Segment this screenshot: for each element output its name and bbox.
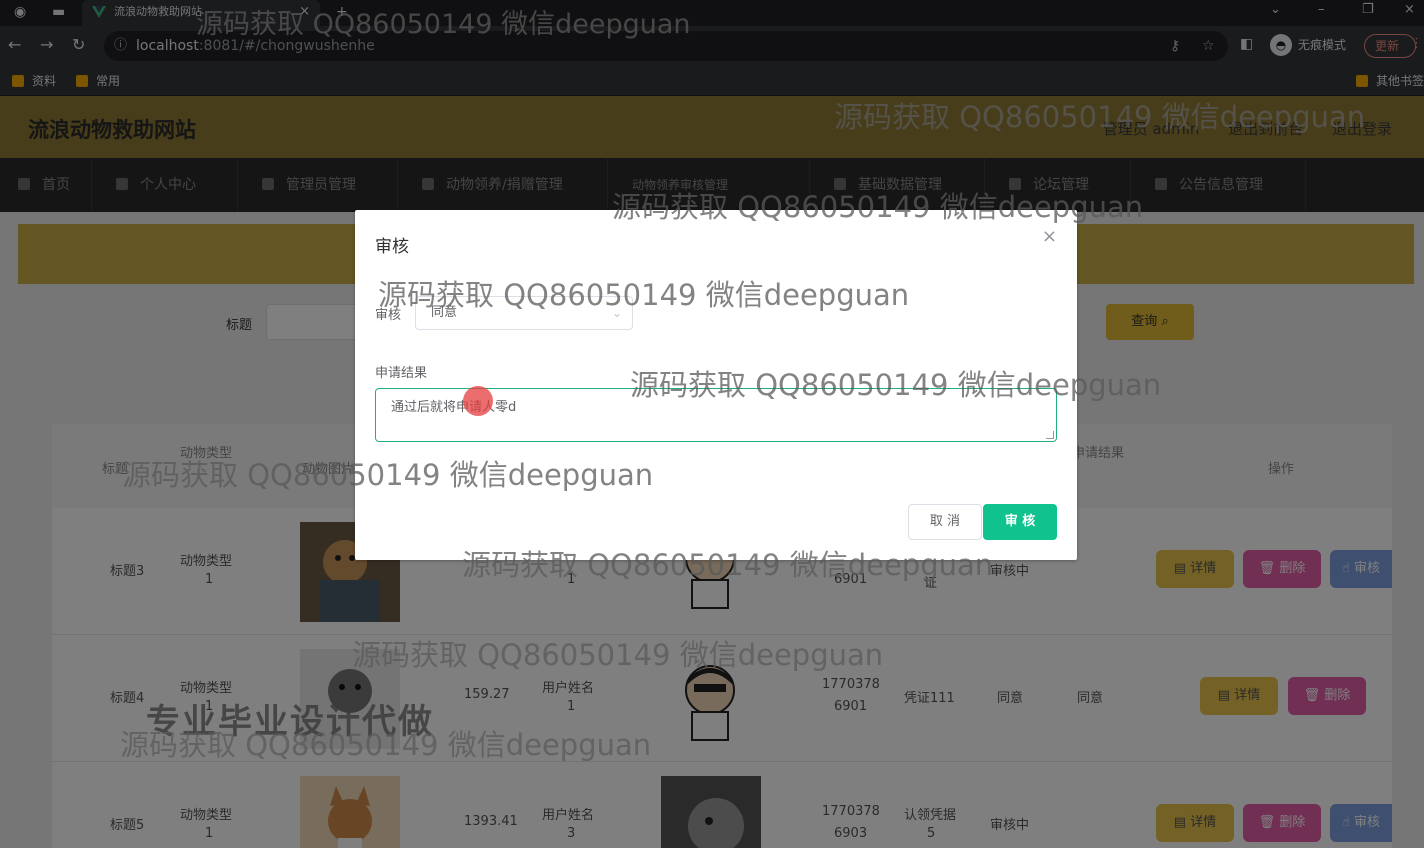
- close-icon[interactable]: ×: [1042, 226, 1057, 247]
- audit-select-value: 同意: [431, 305, 458, 320]
- cursor-indicator: [463, 386, 493, 416]
- cancel-label: 取 消: [929, 514, 961, 529]
- audit-select[interactable]: 同意 ⌄: [415, 296, 633, 330]
- confirm-label: 审 核: [1004, 514, 1036, 529]
- result-label: 申请结果: [375, 366, 428, 381]
- audit-label: 审核: [375, 308, 402, 323]
- confirm-audit-button[interactable]: 审 核: [983, 504, 1057, 540]
- watermark-banner: 专业毕业设计代做: [146, 702, 434, 742]
- chevron-down-icon: ⌄: [611, 306, 622, 320]
- dialog-title: 审核: [375, 237, 409, 257]
- cancel-button[interactable]: 取 消: [908, 504, 982, 540]
- resize-handle[interactable]: [1046, 431, 1054, 439]
- audit-dialog: 审核 × 审核 同意 ⌄ 申请结果 通过后就将申请人零d 取 消 审 核: [355, 210, 1077, 560]
- result-text: 通过后就将申请人零d: [391, 400, 517, 415]
